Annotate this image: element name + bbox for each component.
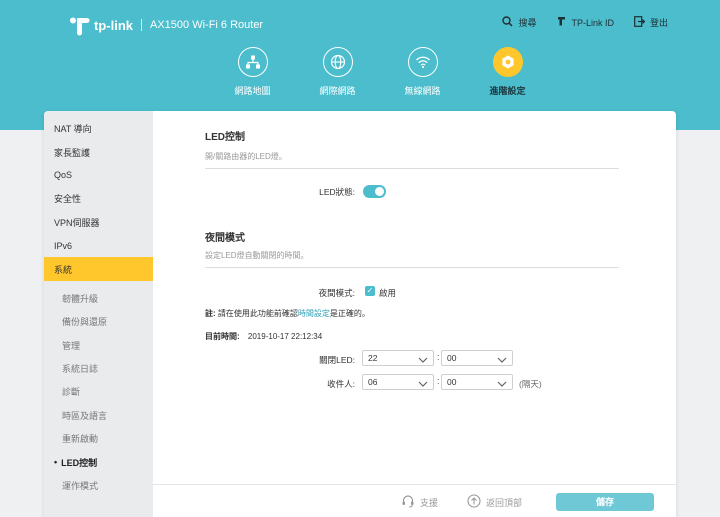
current-time-value: 2019-10-17 22:12:34 xyxy=(247,332,323,341)
sidebar-item-security[interactable]: 安全性 xyxy=(44,187,153,210)
sidebar-item-nat[interactable]: NAT 導向 xyxy=(44,117,153,140)
sidebar-sub-led[interactable]: LED控制 xyxy=(44,450,153,473)
sidebar-sub-admin[interactable]: 管理 xyxy=(44,334,153,357)
divider xyxy=(141,19,142,31)
chevron-down-icon xyxy=(497,378,507,387)
night-section-desc: 設定LED燈自動關閉的時間。 xyxy=(205,250,619,268)
led-status-label: LED狀態: xyxy=(319,187,355,197)
nav-advanced[interactable]: 進階設定 xyxy=(465,47,550,97)
sidebar-item-ipv6[interactable]: IPv6 xyxy=(44,234,153,257)
sidebar: NAT 導向 家長監護 QoS 安全性 VPN伺服器 IPv6 系統 韌體升級 … xyxy=(44,111,153,517)
save-button[interactable]: 儲存 xyxy=(556,493,654,511)
chevron-down-icon xyxy=(418,378,428,387)
tplink-id-icon xyxy=(556,16,566,29)
chevron-down-icon xyxy=(418,354,428,363)
sidebar-item-parental[interactable]: 家長監護 xyxy=(44,140,153,163)
sidebar-item-vpn[interactable]: VPN伺服器 xyxy=(44,211,153,234)
search-link[interactable]: 搜尋 xyxy=(502,16,536,29)
headset-icon xyxy=(401,494,415,510)
main-nav: 網路地圖 網際網路 無線網路 進階設定 xyxy=(210,47,550,97)
night-mode-checkbox[interactable]: ✓ xyxy=(365,286,375,296)
led-on-minute-select[interactable]: 00 xyxy=(441,374,513,390)
current-time: 目前時間: 2019-10-17 22:12:34 xyxy=(205,331,322,342)
back-to-top-link[interactable]: 返回頂部 xyxy=(467,494,522,510)
nav-network-map[interactable]: 網路地圖 xyxy=(210,47,295,97)
current-time-label: 目前時間: xyxy=(205,332,240,341)
search-icon xyxy=(502,16,513,29)
nav-network-map-label: 網路地圖 xyxy=(234,86,271,96)
nav-internet-label: 網際網路 xyxy=(319,86,356,96)
nav-wireless-label: 無線網路 xyxy=(404,86,441,96)
sidebar-sub-time[interactable]: 時區及語言 xyxy=(44,404,153,427)
led-off-label: 關閉LED: xyxy=(319,355,355,365)
sidebar-sub-reboot[interactable]: 重新啟動 xyxy=(44,427,153,450)
gear-icon xyxy=(492,47,523,77)
led-on-hour-value: 06 xyxy=(368,377,378,387)
time-settings-link[interactable]: 時間設定 xyxy=(298,309,330,318)
nav-advanced-label: 進階設定 xyxy=(489,86,526,96)
night-mode-enable-label: 啟用 xyxy=(379,288,397,298)
led-off-hour-value: 22 xyxy=(368,353,378,363)
globe-icon xyxy=(322,47,353,77)
note-text-end: 是正確的。 xyxy=(329,309,370,318)
led-off-hour-select[interactable]: 22 xyxy=(362,350,434,366)
led-off-minute-select[interactable]: 00 xyxy=(441,350,513,366)
footer-bar: 支援 返回頂部 儲存 xyxy=(153,484,676,517)
next-day-label: (隔天) xyxy=(519,379,542,389)
sidebar-item-system[interactable]: 系統 xyxy=(44,257,153,281)
led-section-desc: 開/關路由器的LED燈。 xyxy=(205,151,619,169)
led-on-label: 收件人: xyxy=(327,379,355,389)
sidebar-sub-syslog[interactable]: 系統日誌 xyxy=(44,357,153,380)
sidebar-item-qos[interactable]: QoS xyxy=(44,164,153,187)
logout-label: 登出 xyxy=(649,18,668,28)
model-name: AX1500 Wi-Fi 6 Router xyxy=(150,19,264,31)
tplink-id-link[interactable]: TP-Link ID xyxy=(556,16,614,29)
sidebar-sub-diagnostics[interactable]: 診斷 xyxy=(44,380,153,403)
sidebar-sub-backup[interactable]: 備份與還原 xyxy=(44,310,153,333)
search-link-label: 搜尋 xyxy=(518,18,537,28)
brand-name: tp-link xyxy=(94,17,133,33)
chevron-down-icon xyxy=(497,354,507,363)
night-mode-label: 夜間模式: xyxy=(318,288,355,298)
brand: tp-link AX1500 Wi-Fi 6 Router xyxy=(68,14,263,36)
time-colon: : xyxy=(437,376,440,386)
sidebar-sub-opmode[interactable]: 運作模式 xyxy=(44,474,153,497)
nav-internet[interactable]: 網際網路 xyxy=(295,47,380,97)
support-label: 支援 xyxy=(420,497,439,508)
wifi-icon xyxy=(407,47,438,77)
note-text: 請在使用此功能前確認 xyxy=(215,309,298,318)
logout-icon xyxy=(634,16,646,29)
top-links: 搜尋 TP-Link ID 登出 xyxy=(502,16,668,29)
tp-link-logo-icon xyxy=(68,14,90,36)
time-note: 註: 請在使用此功能前確認時間設定是正確的。 xyxy=(205,308,370,319)
led-status-toggle[interactable] xyxy=(363,185,386,198)
sidebar-sub-firmware[interactable]: 韌體升級 xyxy=(44,287,153,310)
note-prefix: 註: xyxy=(205,309,216,318)
nav-wireless[interactable]: 無線網路 xyxy=(380,47,465,97)
network-map-icon xyxy=(237,47,268,77)
led-on-hour-select[interactable]: 06 xyxy=(362,374,434,390)
logout-link[interactable]: 登出 xyxy=(634,16,668,29)
content-area: LED控制 開/關路由器的LED燈。 LED狀態: 夜間模式 設定LED燈自動關… xyxy=(153,111,676,517)
led-section-title: LED控制 xyxy=(205,132,245,143)
led-off-minute-value: 00 xyxy=(447,353,457,363)
time-colon: : xyxy=(437,352,440,362)
main-panel: NAT 導向 家長監護 QoS 安全性 VPN伺服器 IPv6 系統 韌體升級 … xyxy=(44,111,676,517)
arrow-up-circle-icon xyxy=(467,494,481,510)
led-on-minute-value: 00 xyxy=(447,377,457,387)
support-link[interactable]: 支援 xyxy=(401,494,438,510)
night-section-title: 夜間模式 xyxy=(205,233,245,244)
tplink-id-label: TP-Link ID xyxy=(571,17,614,28)
back-to-top-label: 返回頂部 xyxy=(486,497,523,508)
